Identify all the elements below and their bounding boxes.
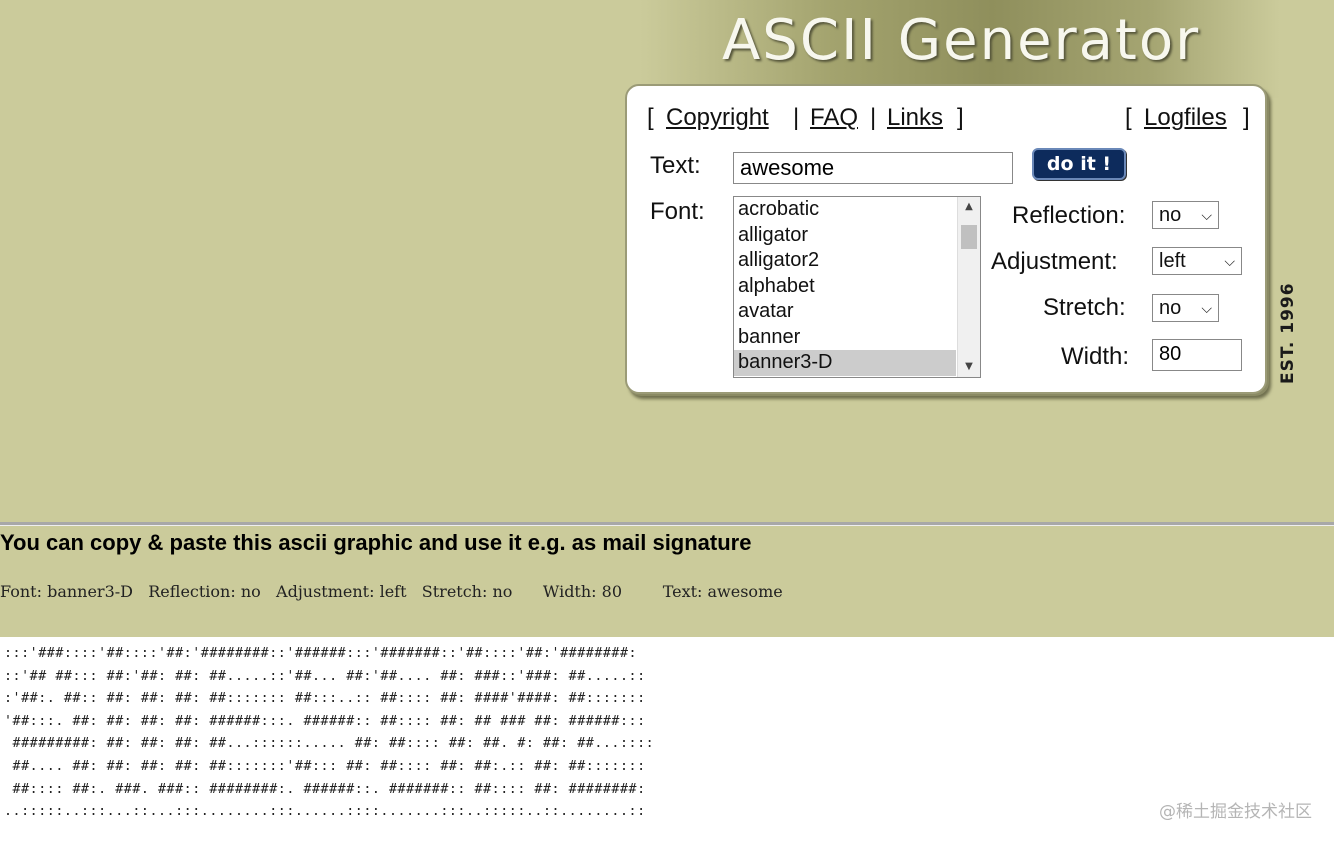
adjustment-label: Adjustment: — [991, 248, 1118, 275]
scroll-thumb[interactable] — [961, 225, 977, 249]
ascii-line: ##.... ##: ##: ##: ##: ##:::::::'##::: #… — [4, 758, 646, 774]
scroll-down-arrow-icon[interactable]: ▼ — [958, 357, 980, 377]
ascii-line: :::'###::::'##::::'##:'########::'######… — [4, 646, 638, 661]
generator-panel: [ Copyright | FAQ | Links ] [ Logfiles ]… — [625, 84, 1267, 394]
stretch-label: Stretch: — [1043, 294, 1126, 321]
scroll-up-arrow-icon[interactable]: ▲ — [958, 197, 980, 217]
ascii-line: ..:::::..:::...::...:::........:::......… — [4, 804, 646, 820]
top-area: ASCII Generator [ Copyright | FAQ | Link… — [0, 0, 1334, 524]
font-listbox[interactable]: acrobatic alligator alligator2 alphabet … — [733, 196, 981, 378]
chevron-down-icon: ⌵ — [1201, 300, 1212, 316]
nav-bracket-open: [ — [1125, 104, 1132, 131]
adjustment-select[interactable]: left ⌵ — [1152, 247, 1242, 275]
links-link[interactable]: Links — [887, 104, 943, 132]
faq-link[interactable]: FAQ — [810, 104, 858, 132]
chevron-down-icon: ⌵ — [1224, 253, 1235, 269]
font-label: Font: — [650, 198, 705, 225]
font-option[interactable]: alligator2 — [734, 248, 956, 274]
text-label: Text: — [650, 152, 701, 179]
site-logo: ASCII Generator — [722, 8, 1201, 73]
width-label: Width: — [1061, 343, 1130, 370]
stretch-select[interactable]: no ⌵ — [1152, 294, 1219, 322]
font-option[interactable]: alligator — [734, 223, 956, 249]
settings-summary: Font: banner3-D Reflection: no Adjustmen… — [0, 582, 783, 601]
ascii-line: '##:::. ##: ##: ##: ##: ######:::. #####… — [4, 713, 646, 729]
stretch-value: no — [1159, 297, 1182, 319]
nav-separator: | — [870, 104, 877, 131]
font-option[interactable]: acrobatic — [734, 197, 956, 223]
ascii-line: ##:::: ##:. ###. ###:: ########:. ######… — [4, 781, 646, 797]
nav-bracket-close: ] — [957, 104, 964, 131]
font-option-selected[interactable]: banner3-D — [734, 350, 956, 376]
nav-bracket-close: ] — [1243, 104, 1250, 131]
font-list-scrollbar[interactable]: ▲ ▼ — [957, 197, 980, 377]
font-option[interactable]: banner — [734, 325, 956, 351]
copyright-link[interactable]: Copyright — [666, 104, 769, 132]
ascii-art[interactable]: :::'###::::'##::::'##:'########::'######… — [4, 643, 654, 824]
do-it-button[interactable]: do it ! — [1032, 148, 1126, 180]
nav-separator: | — [793, 104, 800, 131]
ascii-line: :'##:. ##:: ##: ##: ##: ##::::::: ##:::.… — [4, 691, 646, 707]
font-option[interactable]: alphabet — [734, 274, 956, 300]
chevron-down-icon: ⌵ — [1201, 207, 1212, 223]
nav-bracket-open: [ — [647, 104, 654, 131]
ascii-line: #########: ##: ##: ##: ##...::::::..... … — [4, 736, 655, 752]
ascii-line: ::'## ##::: ##:'##: ##: ##.....::'##... … — [4, 668, 646, 684]
est-badge: EST. 1996 — [1270, 282, 1306, 388]
watermark: @稀土掘金技术社区 — [1159, 802, 1312, 822]
ascii-output-area: :::'###::::'##::::'##:'########::'######… — [0, 637, 1334, 842]
reflection-label: Reflection: — [1012, 202, 1126, 229]
copy-heading: You can copy & paste this ascii graphic … — [0, 530, 752, 555]
reflection-select[interactable]: no ⌵ — [1152, 201, 1219, 229]
text-input[interactable]: awesome — [733, 152, 1013, 184]
logfiles-link[interactable]: Logfiles — [1144, 104, 1227, 132]
adjustment-value: left — [1159, 250, 1186, 272]
font-option[interactable]: avatar — [734, 299, 956, 325]
est-text: EST. 1996 — [1278, 282, 1298, 384]
reflection-value: no — [1159, 204, 1182, 226]
result-section: You can copy & paste this ascii graphic … — [0, 526, 1334, 636]
width-input[interactable]: 80 — [1152, 339, 1242, 371]
